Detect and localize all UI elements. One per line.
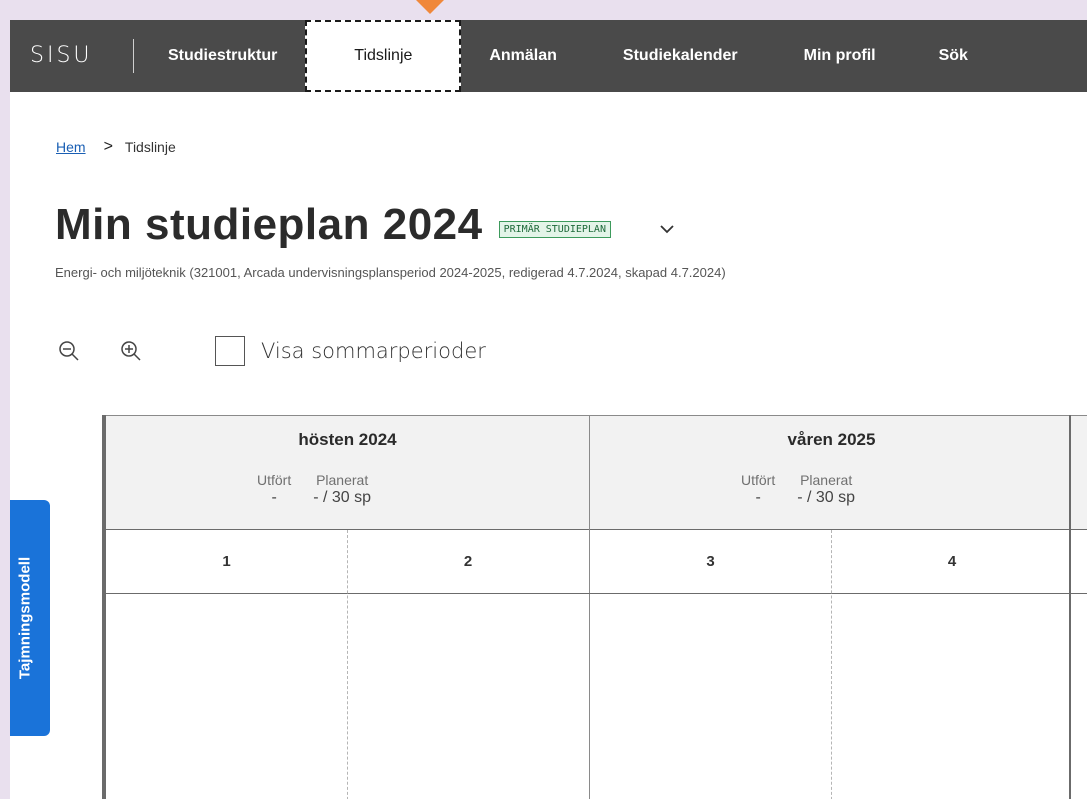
top-strip [10, 0, 1087, 20]
planned-label: Planerat [800, 472, 853, 488]
done-label: Utfört [257, 472, 292, 488]
zoom-in-icon [121, 341, 141, 361]
plan-dropdown-button[interactable] [657, 219, 677, 239]
timeline-right-edge [1069, 415, 1071, 799]
term-name: hösten 2024 [298, 430, 397, 449]
breadcrumb-separator: > [103, 138, 113, 155]
term-spring-2025: våren 2025 Utfört - Planerat - / 30 sp [590, 416, 1087, 530]
nav-item-studiestruktur[interactable]: Studiestruktur [168, 20, 277, 92]
done-value: - [755, 489, 761, 506]
done-value: - [271, 489, 277, 506]
planned-label: Planerat [316, 472, 369, 488]
timing-model-tab[interactable]: Tajmningsmodell [10, 500, 50, 736]
timing-model-label: Tajmningsmodell [16, 556, 34, 680]
planned-value: - / 30 sp [797, 489, 856, 506]
app-window: SISU Studiestruktur Tidslinje Anmälan St… [10, 0, 1087, 799]
top-navbar: SISU Studiestruktur Tidslinje Anmälan St… [10, 20, 1087, 92]
breadcrumb-home-link[interactable]: Hem [56, 139, 86, 155]
page-title-row: Min studieplan 2024 PRIMÄR STUDIEPLAN [55, 200, 677, 250]
plan-subtitle: Energi- och miljöteknik (321001, Arcada … [55, 265, 726, 280]
period-divider [831, 530, 832, 799]
primary-plan-badge: PRIMÄR STUDIEPLAN [498, 220, 611, 238]
nav-item-min-profil[interactable]: Min profil [804, 20, 876, 92]
term-header-row: hösten 2024 Utfört - Planerat - / 30 sp … [106, 415, 1087, 530]
done-label: Utfört [741, 472, 776, 488]
term-name: våren 2025 [787, 430, 876, 449]
logo-text: SISU [30, 43, 93, 68]
nav-item-tidslinje[interactable]: Tidslinje [305, 20, 462, 92]
nav-item-sok[interactable]: Sök [939, 20, 968, 92]
term-divider [589, 415, 590, 799]
breadcrumb: Hem > Tidslinje [56, 138, 176, 156]
period-divider [347, 530, 348, 799]
term-credits: Utfört - Planerat - / 30 sp [257, 472, 393, 507]
period-1: 1 [222, 553, 231, 570]
zoom-out-button[interactable] [55, 337, 83, 365]
period-3: 3 [706, 553, 715, 570]
logo-divider [133, 39, 134, 73]
summer-periods-checkbox[interactable] [215, 336, 245, 366]
zoom-in-button[interactable] [117, 337, 145, 365]
timeline-grid: hösten 2024 Utfört - Planerat - / 30 sp … [102, 415, 1087, 799]
timeline-toolbar: Visa sommarperioder [55, 336, 486, 366]
nav-item-studiekalender[interactable]: Studiekalender [623, 20, 738, 92]
period-2: 2 [463, 553, 473, 570]
breadcrumb-current: Tidslinje [124, 139, 176, 155]
zoom-out-icon [59, 341, 79, 361]
sisu-logo[interactable]: SISU [10, 20, 140, 92]
summer-periods-label: Visa sommarperioder [261, 339, 486, 363]
planned-value: - / 30 sp [313, 489, 372, 506]
summer-periods-toggle[interactable]: Visa sommarperioder [215, 336, 486, 366]
period-4: 4 [947, 553, 957, 570]
chevron-down-icon [660, 224, 674, 233]
page-title: Min studieplan 2024 [55, 200, 483, 249]
nav-item-anmalan[interactable]: Anmälan [489, 20, 557, 92]
term-credits: Utfört - Planerat - / 30 sp [741, 472, 877, 507]
term-autumn-2024: hösten 2024 Utfört - Planerat - / 30 sp [106, 416, 589, 530]
period-row: 1 2 3 4 [106, 530, 1087, 594]
